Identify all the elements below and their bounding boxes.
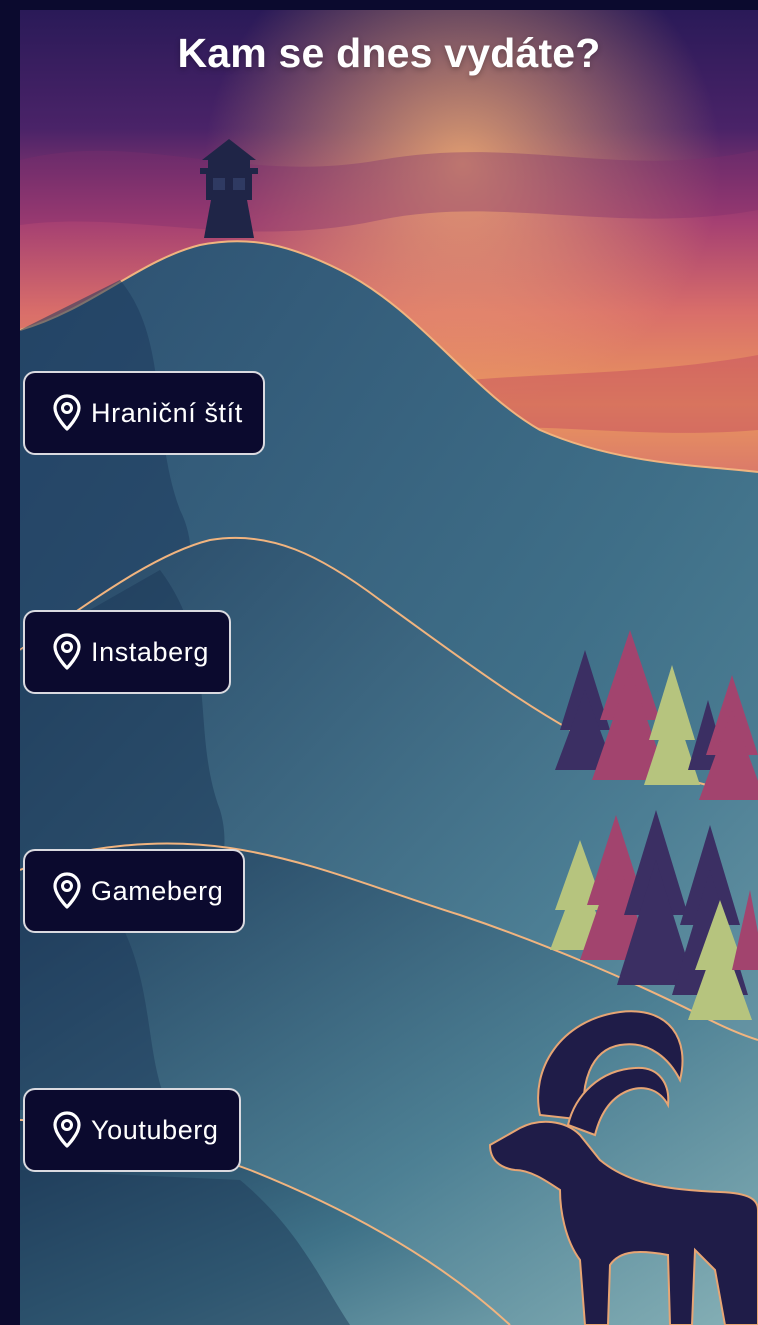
location-button-youtuberg[interactable]: Youtuberg [23, 1088, 241, 1172]
location-button-hranicni-stit[interactable]: Hraniční štít [23, 371, 265, 455]
map-pin-icon [52, 872, 82, 910]
page-title: Kam se dnes vydáte? [177, 30, 601, 76]
location-label: Gameberg [91, 875, 224, 906]
app-screen: Kam se dnes vydáte? Hraniční štít Instab… [0, 0, 758, 1325]
location-label: Hraniční štít [91, 397, 243, 428]
location-label: Instaberg [91, 636, 209, 667]
location-button-instaberg[interactable]: Instaberg [23, 610, 231, 694]
map-pin-icon [52, 633, 82, 671]
location-label: Youtuberg [91, 1114, 219, 1145]
map-pin-icon [52, 1111, 82, 1149]
map-pin-icon [52, 394, 82, 432]
location-button-gameberg[interactable]: Gameberg [23, 849, 246, 933]
